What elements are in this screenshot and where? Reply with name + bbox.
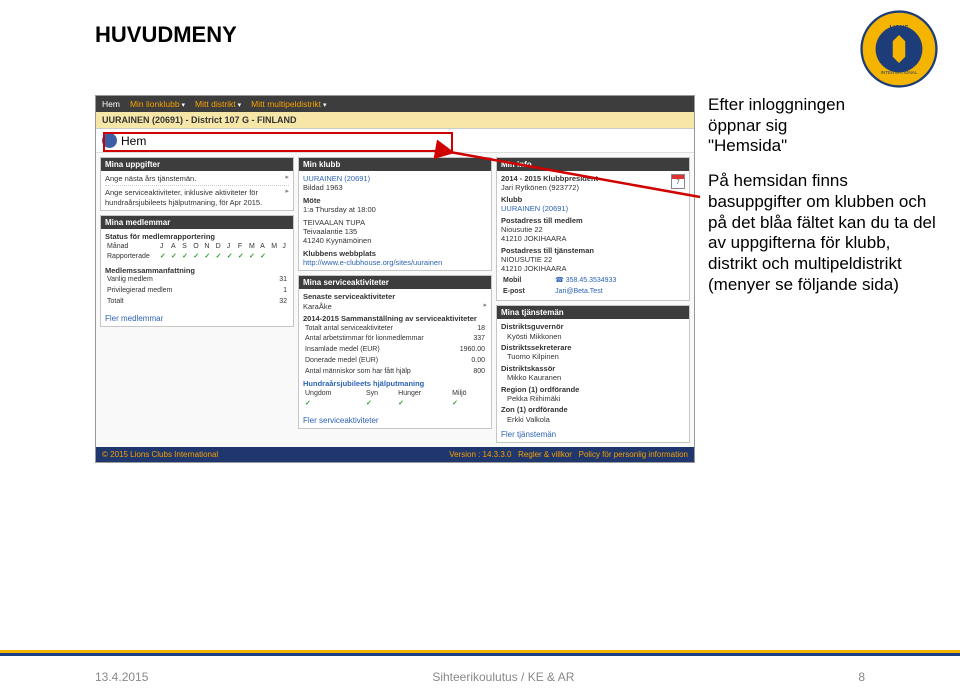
policy-link[interactable]: Policy för personlig information [579, 450, 688, 459]
chevron-right-icon[interactable]: ▸ [285, 174, 289, 183]
ptj2: 41210 JOKIHAARA [501, 264, 685, 273]
nav-hem[interactable]: Hem [102, 99, 120, 109]
panel-mina-uppgifter: Mina uppgifter [101, 158, 293, 171]
nav-klubb[interactable]: Min lionklubb [130, 99, 185, 109]
hjalp-label: Hundraårsjubileets hjälputmaning [303, 379, 424, 388]
brand-stripe [0, 650, 960, 656]
nav-multi[interactable]: Mitt multipeldistrikt [251, 99, 326, 109]
service-item1: KaraÅke [303, 302, 332, 311]
mote-addr2: 41240 Kyynämöinen [303, 236, 487, 245]
calendar-icon[interactable]: 7 [671, 174, 685, 189]
mote-venue: TEIVAALAN TUPA [303, 218, 487, 227]
mote-label: Möte [303, 196, 321, 205]
panel-min-info: Min info [497, 158, 689, 171]
samm-label: 2014-2015 Sammanställning av serviceakti… [303, 314, 477, 323]
side-p1-l3: "Hemsida" [708, 136, 787, 155]
hem-row: Hem [96, 129, 694, 152]
page-title: HUVUDMENY [95, 22, 237, 48]
blue-navbar: Hem Min lionklubb Mitt distrikt Mitt mul… [96, 96, 694, 112]
regler-link[interactable]: Regler & villkor [518, 450, 572, 459]
nav-dist[interactable]: Mitt distrikt [195, 99, 241, 109]
chevron-right-icon[interactable]: ▸ [285, 188, 289, 207]
lion-icon [102, 133, 117, 148]
klubb-bildad: Bildad 1963 [303, 183, 487, 192]
footer-page: 8 [858, 670, 865, 684]
side-p1-l1: Efter inloggningen [708, 95, 845, 114]
pmed-label: Postadress till medlem [501, 216, 583, 225]
copy1: © 2015 Lions Clubs International [102, 450, 218, 459]
pmed1: Niousutie 22 [501, 225, 685, 234]
embedded-screenshot: Hem Min lionklubb Mitt distrikt Mitt mul… [95, 95, 695, 463]
mote-tid: 1:a Thursday at 18:00 [303, 205, 487, 214]
footer-date: 13.4.2015 [95, 670, 148, 684]
panel-mina-medlemmar: Mina medlemmar [101, 216, 293, 229]
task2: Ange serviceaktiviteter, inklusive aktiv… [105, 188, 282, 207]
svg-text:LIONS: LIONS [889, 25, 908, 32]
svg-text:INTERNATIONAL: INTERNATIONAL [881, 70, 918, 75]
fler-service-link[interactable]: Fler serviceaktiviteter [299, 413, 491, 428]
mote-addr1: Teivaalantie 135 [303, 227, 487, 236]
side-p2: På hemsidan finns basuppgifter om klubbe… [708, 171, 938, 295]
ptj1: NIOUSUTIE 22 [501, 255, 685, 264]
web-head: Klubbens webbplats [303, 249, 376, 258]
pres-label: 2014 - 2015 Klubbpresident [501, 174, 598, 183]
page-footer: 13.4.2015 Sihteerikoulutus / KE & AR 8 [0, 670, 960, 684]
lions-logo: LIONS INTERNATIONAL [860, 10, 938, 88]
footer-center: Sihteerikoulutus / KE & AR [432, 670, 574, 684]
summary-head: Medlemssammanfattning [105, 266, 195, 275]
task1: Ange nästa års tjänstemän. [105, 174, 196, 183]
klubb-val[interactable]: UURAINEN (20691) [501, 204, 685, 213]
fler-medlemmar-link[interactable]: Fler medlemmar [101, 311, 293, 326]
web-url[interactable]: http://www.e-clubhouse.org/sites/uuraine… [303, 258, 487, 267]
panel-tjansteman: Mina tjänstemän [497, 306, 689, 319]
klubb-name[interactable]: UURAINEN (20691) [303, 174, 487, 183]
status-label: Status för medlemrapportering [105, 232, 215, 241]
pres-val: Jari Rytkönen (923772) [501, 183, 598, 192]
panel-service: Mina serviceaktiviteter [299, 276, 491, 289]
context-bar: UURAINEN (20691) - District 107 G - FINL… [96, 112, 694, 129]
ptj-label: Postadress till tjänsteman [501, 246, 594, 255]
version: Version : 14.3.3.0 [449, 450, 511, 459]
panel-min-klubb: Min klubb [299, 158, 491, 171]
side-description: Efter inloggningen öppnar sig "Hemsida" … [708, 95, 938, 296]
embedded-footer: © 2015 Lions Clubs International Version… [96, 447, 694, 462]
hem-label: Hem [121, 134, 146, 148]
senaste-label: Senaste serviceaktiviteter [303, 292, 395, 301]
chevron-right-icon[interactable]: ▸ [483, 302, 487, 311]
klubb-label: Klubb [501, 195, 522, 204]
fler-tjansteman-link[interactable]: Fler tjänstemän [497, 427, 689, 442]
pmed2: 41210 JOKIHAARA [501, 234, 685, 243]
side-p1-l2: öppnar sig [708, 116, 787, 135]
